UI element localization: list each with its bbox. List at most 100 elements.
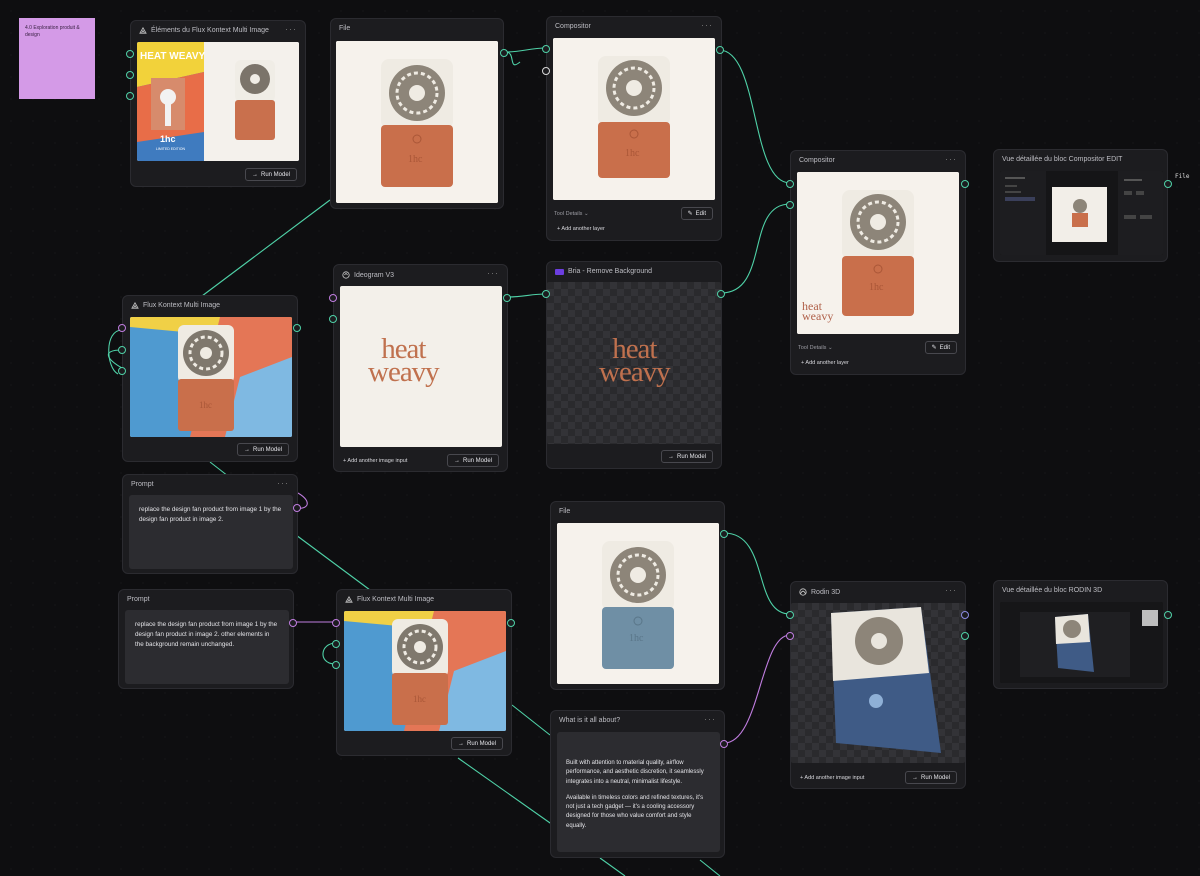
node-title: Bria - Remove Background [568,268,653,275]
run-model-button[interactable]: → Run Model [446,454,499,467]
more-options-icon[interactable]: ··· [487,268,499,278]
output-port[interactable] [293,504,301,512]
node-about-text[interactable]: What is it all about? ··· Built with att… [550,710,725,858]
node-prompt-2[interactable]: Prompt replace the design fan product fr… [118,589,294,689]
input-port[interactable] [118,346,126,354]
node-flux-mid[interactable]: Flux Kontext Multi Image 1hc → Run Model [122,295,298,462]
input-port[interactable] [542,67,550,75]
input-port[interactable] [786,201,794,209]
output-port[interactable] [720,740,728,748]
run-model-button[interactable]: → Run Model [236,443,289,456]
node-elements-flux[interactable]: Éléments du Flux Kontext Multi Image ···… [130,20,306,187]
run-model-button[interactable]: → Run Model [244,168,297,181]
more-options-icon[interactable]: ··· [945,154,957,164]
input-port[interactable] [118,324,126,332]
add-image-input-button[interactable]: + Add another image input [343,458,407,464]
input-port[interactable] [786,180,794,188]
product-image: 1hc [336,41,498,203]
node-ideogram[interactable]: Ideogram V3 ··· heat weavy + Add another… [333,264,508,472]
product-logo: 1hc [408,154,423,165]
compositor-image: 1hc heat weavy [797,172,959,334]
add-image-input-button[interactable]: + Add another image input [800,775,864,781]
add-layer-button[interactable]: + Add another layer [801,360,849,366]
output-port[interactable] [1164,180,1172,188]
input-port[interactable] [126,50,134,58]
arrow-right-icon: → [243,446,250,453]
ideogram-icon [342,271,350,279]
output-port[interactable] [1164,611,1172,619]
rodin-detail-preview [1000,602,1163,683]
bria-icon [555,268,564,275]
input-port[interactable] [786,632,794,640]
run-model-button[interactable]: → Run Model [660,450,713,463]
output-port[interactable] [961,180,969,188]
poster-sub: LIMITED EDITION [156,147,185,151]
more-options-icon[interactable]: ··· [945,585,957,595]
node-compositor-mid[interactable]: Compositor ··· 1hc heat weavy Tool Detail… [790,150,966,375]
flux-output-image: 1hc [344,611,506,731]
node-title: Compositor [555,23,591,30]
run-model-button[interactable]: → Run Model [450,737,503,750]
poster-title: HEAT WEAVY [140,51,206,62]
about-text-field[interactable]: Built with attention to material quality… [557,732,720,852]
input-port[interactable] [332,619,340,627]
input-port[interactable] [329,315,337,323]
input-port[interactable] [786,611,794,619]
input-port[interactable] [118,367,126,375]
edit-button[interactable]: ✎ Edit [680,207,713,220]
more-options-icon[interactable]: ··· [701,20,713,30]
output-port[interactable] [961,632,969,640]
product-logo: 1hc [413,694,426,704]
sticky-note[interactable]: 4.0 Exploration produit & design [19,18,95,99]
node-file-top[interactable]: File 1hc [330,18,504,209]
output-port[interactable] [507,619,515,627]
arrow-right-icon: → [911,774,918,781]
node-compositor-top[interactable]: Compositor ··· 1hc Tool Details ⌄ ✎ Edit … [546,16,722,241]
prompt-text-field[interactable]: replace the design fan product from imag… [129,495,293,569]
output-port[interactable] [289,619,297,627]
node-bria[interactable]: Bria - Remove Background heat weavy → Run… [546,261,722,469]
more-options-icon[interactable]: ··· [285,24,297,34]
product-image-blue: 1hc [557,523,719,684]
input-port[interactable] [126,92,134,100]
input-port[interactable] [332,661,340,669]
run-model-button[interactable]: → Run Model [904,771,957,784]
more-options-icon[interactable]: ··· [277,478,289,488]
flux-icon [345,596,353,603]
node-vue-compositor[interactable]: Vue détaillée du bloc Compositor EDIT [993,149,1168,262]
input-port[interactable] [329,294,337,302]
output-port[interactable] [961,611,969,619]
output-port[interactable] [720,530,728,538]
add-layer-button[interactable]: + Add another layer [557,226,605,232]
compositor-detail-preview [1000,171,1163,255]
output-port[interactable] [717,290,725,298]
output-port[interactable] [503,294,511,302]
input-port[interactable] [332,640,340,648]
output-port[interactable] [716,46,724,54]
node-vue-rodin[interactable]: Vue détaillée du bloc RODIN 3D [993,580,1168,689]
input-port[interactable] [126,71,134,79]
output-port[interactable] [293,324,301,332]
tool-details-toggle[interactable]: Tool Details ⌄ [798,345,833,351]
arrow-right-icon: → [453,457,460,464]
pencil-icon: ✎ [931,345,937,351]
flux-icon [139,27,147,34]
file-output-label: File [1175,173,1190,180]
node-prompt-1[interactable]: Prompt ··· replace the design fan produc… [122,474,298,574]
edit-button[interactable]: ✎ Edit [924,341,957,354]
arrow-right-icon: → [251,171,258,178]
more-options-icon[interactable]: ··· [704,714,716,724]
output-port[interactable] [500,49,508,57]
input-port[interactable] [542,45,550,53]
compositor-logo: heat weavy [802,299,834,323]
tool-details-toggle[interactable]: Tool Details ⌄ [554,211,589,217]
heat-weavy-logo: heat weavy [368,333,440,389]
arrow-right-icon: → [457,740,464,747]
prompt-text-field[interactable]: replace the design fan product from imag… [125,610,289,684]
node-title: Vue détaillée du bloc Compositor EDIT [1002,156,1123,163]
node-title: File [339,25,351,32]
node-flux-bottom[interactable]: Flux Kontext Multi Image 1hc → Run Model [336,589,512,756]
node-file-bottom[interactable]: File 1hc [550,501,725,690]
input-port[interactable] [542,290,550,298]
node-rodin-3d[interactable]: Rodin 3D ··· + Add another image input →… [790,581,966,789]
